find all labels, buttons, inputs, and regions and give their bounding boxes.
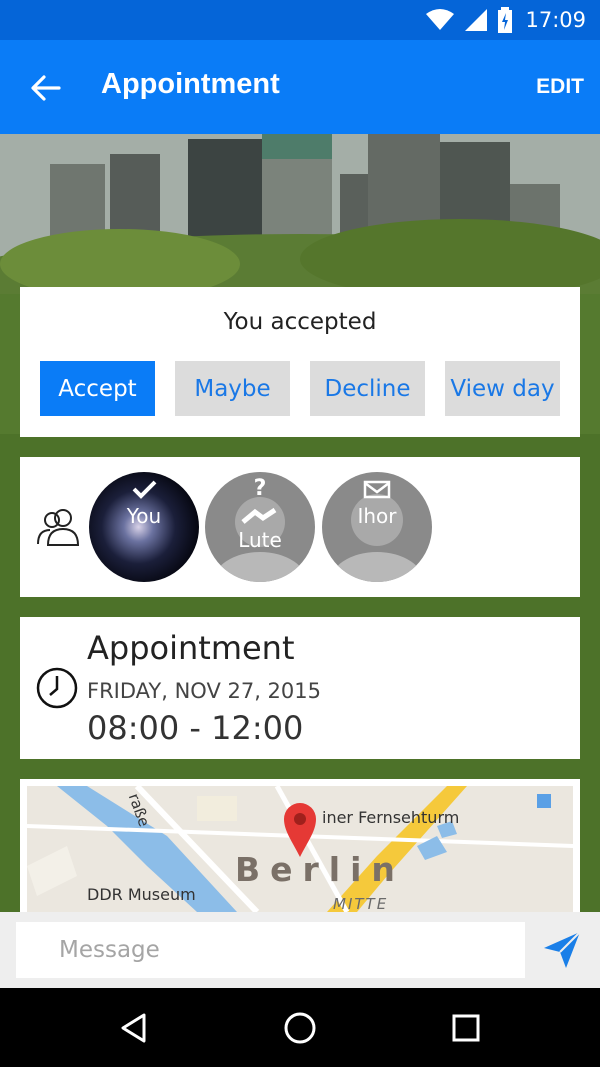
clock-icon <box>36 667 78 709</box>
maybe-button[interactable]: Maybe <box>175 361 290 416</box>
nav-home-button[interactable] <box>280 1008 320 1048</box>
attendee-name: You <box>126 504 162 528</box>
event-time-card: Appointment FRIDAY, NOV 27, 2015 08:00 -… <box>20 617 580 759</box>
attendee-avatar-you[interactable]: You <box>89 472 199 582</box>
map-city-label: Berlin <box>235 850 405 889</box>
view-day-button[interactable]: View day <box>445 361 560 416</box>
attendee-avatar-ihor[interactable]: Ihor <box>322 472 432 582</box>
envelope-icon <box>363 480 391 499</box>
decline-button[interactable]: Decline <box>310 361 425 416</box>
nav-back-button[interactable] <box>114 1008 154 1048</box>
rsvp-status-text: You accepted <box>223 309 377 335</box>
page-title: Appointment <box>101 68 280 100</box>
back-triangle-icon <box>121 1013 146 1043</box>
wifi-icon <box>426 9 455 30</box>
map-museum-label: DDR Museum <box>87 885 196 904</box>
attendee-name: Lute <box>238 528 282 552</box>
status-bar: 17:09 <box>0 0 600 40</box>
event-time: 08:00 - 12:00 <box>87 709 304 747</box>
accept-button[interactable]: Accept <box>40 361 155 416</box>
system-nav-bar <box>0 988 600 1067</box>
attendee-avatar-lute[interactable]: ? Lute <box>205 472 315 582</box>
app-bar: Appointment EDIT <box>0 40 600 134</box>
map-tower-label: iner Fernsehturm <box>322 808 460 827</box>
nav-recents-button[interactable] <box>446 1008 486 1048</box>
people-icon <box>37 509 80 546</box>
send-icon[interactable] <box>542 930 582 970</box>
question-icon: ? <box>253 476 267 501</box>
battery-charging-icon <box>498 7 513 33</box>
edit-button[interactable]: EDIT <box>536 75 584 99</box>
rsvp-card: You accepted Accept Maybe Decline View d… <box>20 287 580 437</box>
map-card[interactable]: raße iner Fernsehturm Berlin DDR Museum … <box>20 779 580 912</box>
checkmark-icon <box>132 480 157 499</box>
attendee-name: Ihor <box>357 504 397 528</box>
message-input[interactable] <box>16 922 525 978</box>
recents-square-icon <box>452 1014 480 1042</box>
message-bar <box>0 912 600 988</box>
status-time: 17:09 <box>525 8 586 32</box>
back-button[interactable] <box>26 68 66 108</box>
signal-icon <box>465 9 488 31</box>
map-pin-icon <box>284 803 316 857</box>
event-title: Appointment <box>87 629 295 667</box>
location-map[interactable]: raße iner Fernsehturm Berlin DDR Museum … <box>27 786 573 912</box>
event-date: FRIDAY, NOV 27, 2015 <box>87 679 322 703</box>
status-icons: 17:09 <box>425 6 586 34</box>
arrow-left-icon <box>31 75 61 101</box>
map-district-label: MITTE <box>333 895 389 912</box>
attendees-card: You ? Lute Ihor <box>20 457 580 597</box>
home-circle-icon <box>284 1012 316 1044</box>
